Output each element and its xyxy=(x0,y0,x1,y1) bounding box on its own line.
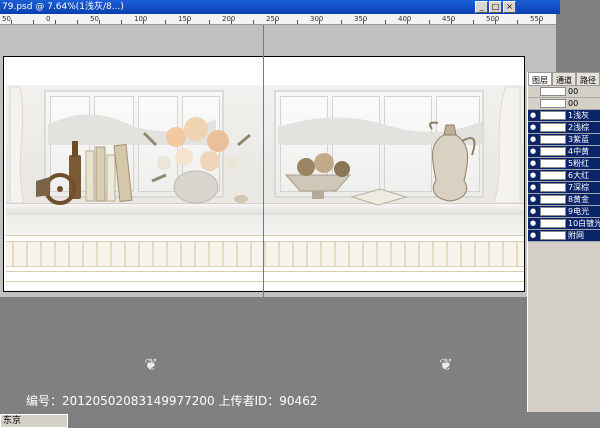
layer-thumbnail xyxy=(540,183,566,192)
minimize-button[interactable]: _ xyxy=(475,1,488,13)
layer-list: 00 00 ● 1浅灰 ● 2浅棕 ● 3紫蓝 ● 4中黄 ● 5粉红 ● 6大红 ● 7深棕 ● 8黄金 ● 9电光… xyxy=(528,86,600,242)
layer-name: 8黄金 xyxy=(568,195,590,204)
ruler-label: 150 xyxy=(178,15,192,23)
ruler-label: 0 xyxy=(46,15,51,23)
layer-name: 00 xyxy=(568,87,579,96)
eye-icon[interactable] xyxy=(530,100,537,107)
layer-thumbnail xyxy=(540,231,566,240)
eye-icon[interactable]: ● xyxy=(530,220,537,227)
ruler-label: 100 xyxy=(134,15,148,23)
eye-icon[interactable]: ● xyxy=(530,124,537,131)
status-tool-label: 东京 xyxy=(3,416,22,426)
layer-thumbnail xyxy=(540,135,566,144)
layer-row[interactable]: ● 5粉红 xyxy=(528,158,600,170)
ruler-label: 50 xyxy=(90,15,99,23)
watermark-logo-icon: ❦ xyxy=(144,355,158,374)
eye-icon[interactable]: ● xyxy=(530,184,537,191)
ruler-label: 250 xyxy=(266,15,280,23)
document-title: 79.psd @ 7.64%(1浅灰/8...) xyxy=(2,2,124,12)
layer-name: 10白镀光 xyxy=(568,219,600,228)
panel-tabs: 图层 通道 路径 xyxy=(528,72,600,86)
layer-thumbnail xyxy=(540,219,566,228)
layer-row[interactable]: ● 9电光 xyxy=(528,206,600,218)
eye-icon[interactable]: ● xyxy=(530,136,537,143)
layer-row[interactable]: ● 1浅灰 xyxy=(528,110,600,122)
layer-name: 9电光 xyxy=(568,207,590,216)
window-controls: _ □ × xyxy=(475,1,516,13)
document-canvas[interactable] xyxy=(3,56,525,292)
eye-icon[interactable]: ● xyxy=(530,112,537,119)
still-life-illustration xyxy=(9,86,521,206)
status-bar[interactable]: 东京 xyxy=(0,414,68,428)
eye-icon[interactable]: ● xyxy=(530,196,537,203)
layer-name: 4中黄 xyxy=(568,147,590,156)
eye-icon[interactable] xyxy=(530,88,537,95)
close-button[interactable]: × xyxy=(503,1,516,13)
ruler-label: 450 xyxy=(442,15,456,23)
layers-panel[interactable]: 图层 通道 路径 00 00 ● 1浅灰 ● 2浅棕 ● 3紫蓝 ● 4中黄 ● 5粉红 ● 6大红 ● 7深… xyxy=(527,72,600,412)
decorative-border-strip xyxy=(6,241,524,267)
ruler-label: 350 xyxy=(354,15,368,23)
canvas-workspace[interactable] xyxy=(0,25,556,325)
tab-paths[interactable]: 路径 xyxy=(576,72,600,86)
layer-row[interactable]: ● 4中黄 xyxy=(528,146,600,158)
ruler-label: 200 xyxy=(222,15,236,23)
horizontal-ruler[interactable]: 50 0 50 100 150 200 250 300 350 400 450 … xyxy=(0,14,556,25)
layer-row[interactable]: ● 6大红 xyxy=(528,170,600,182)
eye-icon[interactable]: ● xyxy=(530,148,537,155)
layer-row[interactable]: 00 xyxy=(528,86,600,98)
watermark-logo-icon: ❦ xyxy=(439,355,453,374)
tile-artwork xyxy=(6,85,524,235)
layer-name: 7深棕 xyxy=(568,183,590,192)
watermark-text: 编号：20120502083149977200 上传者ID：90462 xyxy=(26,394,318,408)
layer-name: 2浅棕 xyxy=(568,123,590,132)
ruler-label: 50 xyxy=(2,15,11,23)
layer-thumbnail xyxy=(540,87,566,96)
tab-layers[interactable]: 图层 xyxy=(528,72,552,86)
layer-row[interactable]: ● 8黄金 xyxy=(528,194,600,206)
layer-thumbnail xyxy=(540,159,566,168)
layer-thumbnail xyxy=(540,195,566,204)
layer-name: 3紫蓝 xyxy=(568,135,590,144)
vertical-guide[interactable] xyxy=(263,25,264,325)
app-background xyxy=(556,14,600,72)
layer-name: 5粉红 xyxy=(568,159,590,168)
layer-row[interactable]: ● 7深棕 xyxy=(528,182,600,194)
layer-thumbnail xyxy=(540,171,566,180)
tab-channels[interactable]: 通道 xyxy=(552,72,576,86)
ruler-label: 500 xyxy=(486,15,500,23)
layer-row[interactable]: ● 10白镀光 xyxy=(528,218,600,230)
eye-icon[interactable]: ● xyxy=(530,160,537,167)
ruler-label: 550 xyxy=(530,15,544,23)
layer-row[interactable]: ● 3紫蓝 xyxy=(528,134,600,146)
layer-row[interactable]: ● 附网 xyxy=(528,230,600,242)
layer-thumbnail xyxy=(540,111,566,120)
layer-name: 6大红 xyxy=(568,171,590,180)
layer-thumbnail xyxy=(540,99,566,108)
ruler-label: 300 xyxy=(310,15,324,23)
layer-row[interactable]: ● 2浅棕 xyxy=(528,122,600,134)
layer-row[interactable]: 00 xyxy=(528,98,600,110)
ruler-label: 400 xyxy=(398,15,412,23)
maximize-button[interactable]: □ xyxy=(489,1,502,13)
eye-icon[interactable]: ● xyxy=(530,232,537,239)
layer-thumbnail xyxy=(540,123,566,132)
document-title-bar: 79.psd @ 7.64%(1浅灰/8...) _ □ × xyxy=(0,0,560,14)
layer-thumbnail xyxy=(540,147,566,156)
layer-name: 附网 xyxy=(568,231,584,240)
eye-icon[interactable]: ● xyxy=(530,172,537,179)
eye-icon[interactable]: ● xyxy=(530,208,537,215)
layer-thumbnail xyxy=(540,207,566,216)
layer-name: 1浅灰 xyxy=(568,111,590,120)
layer-name: 00 xyxy=(568,99,579,108)
